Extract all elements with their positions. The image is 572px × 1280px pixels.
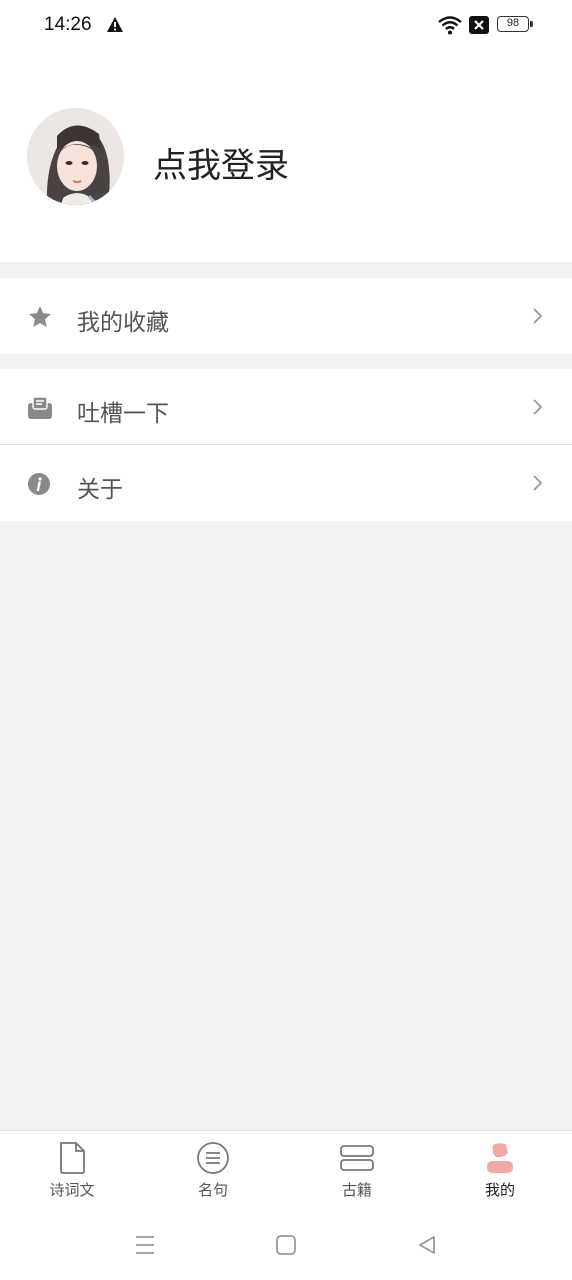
back-nav-icon[interactable] (416, 1234, 438, 1256)
person-icon (487, 1143, 513, 1173)
login-prompt[interactable]: 点我登录 (153, 138, 289, 187)
tab-label: 我的 (484, 1181, 515, 1199)
status-time: 14:26 (44, 14, 92, 35)
warning-icon (107, 17, 123, 32)
mail-icon (28, 396, 52, 419)
tab-poetry[interactable]: 诗词文 (27, 1141, 117, 1211)
menu-group-favorites: 我的收藏 (0, 278, 572, 354)
books-icon (340, 1145, 374, 1171)
menu-item-favorites[interactable]: 我的收藏 (0, 278, 572, 354)
menu-group-other: 吐槽一下 关于 (0, 369, 572, 521)
avatar-illustration (27, 108, 124, 205)
menu-nav-icon[interactable] (134, 1234, 156, 1256)
menu-item-about[interactable]: 关于 (0, 445, 572, 521)
document-icon (60, 1142, 85, 1174)
info-icon (28, 473, 50, 495)
menu-item-feedback[interactable]: 吐槽一下 (0, 369, 572, 445)
tab-label: 古籍 (341, 1181, 372, 1199)
menu-item-label: 关于 (77, 477, 123, 503)
status-bar: 14:26 98 (0, 0, 572, 52)
chevron-right-icon (533, 399, 543, 415)
wifi-icon (438, 16, 462, 35)
menu-item-label: 我的收藏 (77, 310, 169, 336)
tab-label: 名句 (197, 1181, 228, 1199)
close-box-icon (469, 16, 489, 34)
tab-label: 诗词文 (49, 1181, 95, 1199)
star-icon (29, 306, 51, 327)
list-circle-icon (197, 1142, 229, 1174)
tab-mine[interactable]: 我的 (455, 1141, 545, 1211)
chevron-right-icon (533, 308, 543, 324)
tab-quotes[interactable]: 名句 (168, 1141, 258, 1211)
tab-classics[interactable]: 古籍 (312, 1141, 402, 1211)
system-nav-bar (0, 1212, 572, 1280)
avatar[interactable] (27, 108, 124, 205)
menu-item-label: 吐槽一下 (77, 401, 169, 427)
battery-indicator: 98 (497, 16, 533, 32)
home-nav-icon[interactable] (275, 1234, 297, 1256)
chevron-right-icon (533, 475, 543, 491)
profile-header[interactable]: 点我登录 (0, 52, 572, 262)
